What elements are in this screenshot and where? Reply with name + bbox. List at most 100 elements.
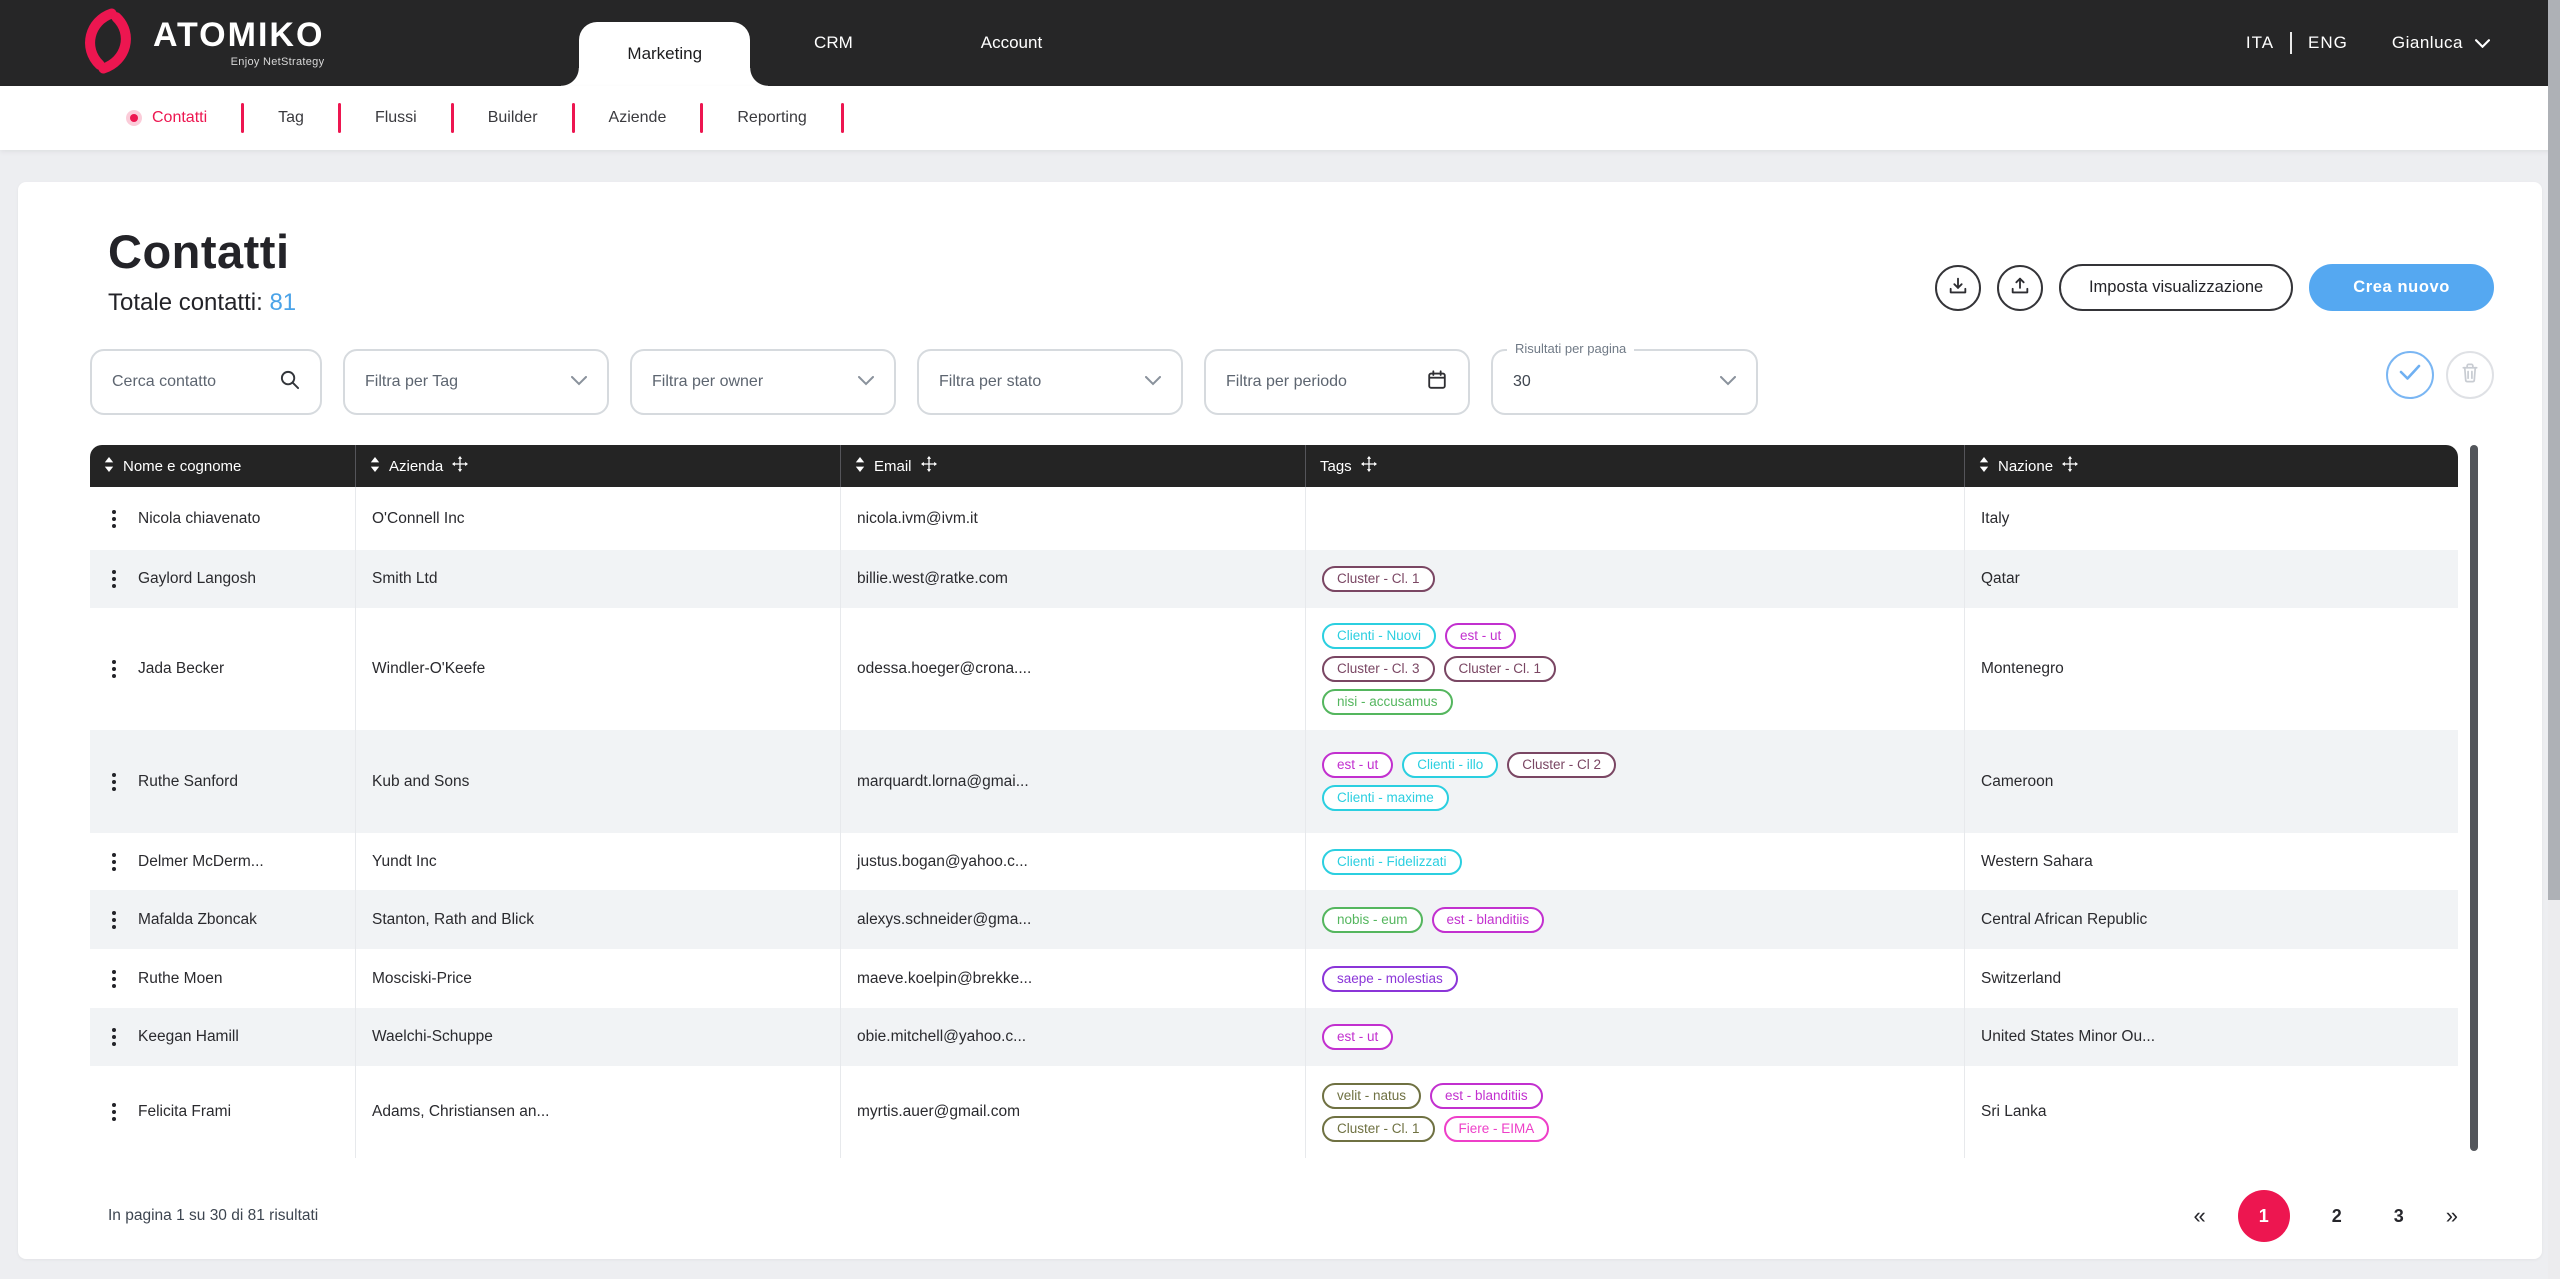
tag-pill: Clienti - Nuovi	[1322, 623, 1436, 649]
page-button-1[interactable]: 1	[2238, 1190, 2290, 1242]
tag-pill: est - ut	[1322, 752, 1393, 778]
sort-icon[interactable]	[370, 457, 380, 476]
row-menu-button[interactable]	[106, 966, 122, 992]
table-row: Delmer McDerm... Yundt Inc justus.bogan@…	[90, 833, 2458, 890]
country-cell: Cameroon	[1965, 730, 2458, 833]
column-header-email[interactable]: Email	[841, 445, 1306, 487]
upload-tray-icon	[2009, 275, 2031, 300]
set-view-button[interactable]: Imposta visualizzazione	[2059, 264, 2293, 311]
tag-pill: est - blanditiis	[1430, 1083, 1543, 1109]
sort-icon[interactable]	[104, 457, 114, 476]
email-cell: obie.mitchell@yahoo.c...	[841, 1008, 1306, 1066]
table-scrollbar-thumb[interactable]	[2470, 445, 2478, 1151]
sort-icon[interactable]	[1979, 457, 1989, 476]
tags-cell: est - utClienti - illoCluster - Cl 2Clie…	[1306, 730, 1965, 833]
page-button-3[interactable]: 3	[2384, 1206, 2414, 1227]
section-nav: ContattiTagFlussiBuilderAziendeReporting	[0, 86, 2560, 150]
primary-tab-crm[interactable]: CRM	[750, 0, 917, 86]
tags-cell: Cluster - Cl. 1	[1306, 550, 1965, 608]
page-scrollbar-thumb[interactable]	[2548, 0, 2560, 900]
row-menu-button[interactable]	[106, 907, 122, 933]
contact-name-cell: Gaylord Langosh	[90, 550, 356, 608]
export-button[interactable]	[1935, 265, 1981, 311]
subnav-item-flussi[interactable]: Flussi	[341, 109, 451, 127]
subnav-item-tag[interactable]: Tag	[244, 109, 338, 127]
subnav-item-builder[interactable]: Builder	[454, 109, 572, 127]
search-input[interactable]	[112, 373, 262, 391]
primary-tab-marketing[interactable]: Marketing	[579, 22, 750, 86]
select-all-button[interactable]	[2386, 351, 2434, 399]
column-header-tags[interactable]: Tags	[1306, 445, 1965, 487]
row-menu-button[interactable]	[106, 849, 122, 875]
tag-pill: Clienti - Fidelizzati	[1322, 849, 1462, 875]
user-menu[interactable]: Gianluca	[2392, 33, 2490, 53]
email-cell: alexys.schneider@gma...	[841, 890, 1306, 949]
delete-selected-button[interactable]	[2446, 351, 2494, 399]
row-menu-button[interactable]	[106, 566, 122, 592]
lang-option-ita[interactable]: ITA	[2246, 33, 2274, 53]
company-cell: Mosciski-Price	[356, 949, 841, 1008]
table-body: Nicola chiavenato O'Connell Inc nicola.i…	[90, 487, 2458, 1158]
table-row: Gaylord Langosh Smith Ltd billie.west@ra…	[90, 550, 2458, 608]
email-cell: nicola.ivm@ivm.it	[841, 487, 1306, 550]
results-per-page-value: 30	[1513, 373, 1531, 391]
subnav-item-contatti[interactable]: Contatti	[92, 109, 241, 127]
prev-page-button[interactable]: «	[2194, 1205, 2206, 1227]
row-menu-button[interactable]	[106, 506, 122, 532]
filter-state-dropdown[interactable]: Filtra per stato	[917, 349, 1183, 415]
column-header-nazione[interactable]: Nazione	[1965, 445, 2458, 487]
tag-pill: Clienti - maxime	[1322, 785, 1449, 811]
contacts-card: Contatti Totale contatti: 81	[18, 182, 2542, 1259]
row-menu-button[interactable]	[106, 1099, 122, 1125]
filter-period-picker[interactable]: Filtra per periodo	[1204, 349, 1470, 415]
tag-pill: Clienti - illo	[1402, 752, 1498, 778]
pagination: « 1 2 3 »	[2194, 1190, 2459, 1242]
page-title: Contatti	[108, 224, 296, 279]
tags-cell: Clienti - Nuoviest - utCluster - Cl. 3Cl…	[1306, 608, 1965, 730]
create-new-button[interactable]: Crea nuovo	[2309, 264, 2494, 311]
total-contacts-count: 81	[269, 289, 296, 316]
move-column-icon[interactable]	[921, 456, 937, 476]
tag-pill: Cluster - Cl. 1	[1444, 656, 1557, 682]
tag-pill: saepe - molestias	[1322, 966, 1458, 992]
filter-tag-dropdown[interactable]: Filtra per Tag	[343, 349, 609, 415]
page-button-2[interactable]: 2	[2322, 1206, 2352, 1227]
search-icon	[279, 369, 300, 395]
search-contact-field[interactable]	[90, 349, 322, 415]
row-menu-button[interactable]	[106, 1024, 122, 1050]
total-contacts: Totale contatti: 81	[108, 289, 296, 317]
contact-name-cell: Nicola chiavenato	[90, 487, 356, 550]
import-button[interactable]	[1997, 265, 2043, 311]
subnav-item-reporting[interactable]: Reporting	[703, 109, 840, 127]
move-column-icon[interactable]	[2062, 456, 2078, 476]
primary-tab-account[interactable]: Account	[917, 0, 1106, 86]
move-column-icon[interactable]	[452, 456, 468, 476]
company-cell: Kub and Sons	[356, 730, 841, 833]
lang-option-eng[interactable]: ENG	[2308, 33, 2348, 53]
brand-tagline: Enjoy NetStrategy	[231, 56, 325, 68]
filter-owner-dropdown[interactable]: Filtra per owner	[630, 349, 896, 415]
chevron-down-icon	[1720, 373, 1736, 391]
results-per-page-select[interactable]: Risultati per pagina 30	[1491, 349, 1758, 415]
contact-name-cell: Ruthe Sanford	[90, 730, 356, 833]
email-cell: myrtis.auer@gmail.com	[841, 1066, 1306, 1158]
chevron-down-icon	[858, 373, 874, 391]
tag-pill: velit - natus	[1322, 1083, 1421, 1109]
sort-icon[interactable]	[855, 457, 865, 476]
brand-name: ATOMIKO	[153, 18, 324, 52]
tags-cell: velit - natusest - blanditiisCluster - C…	[1306, 1066, 1965, 1158]
contact-name-cell: Jada Becker	[90, 608, 356, 730]
table-row: Nicola chiavenato O'Connell Inc nicola.i…	[90, 487, 2458, 550]
country-cell: Central African Republic	[1965, 890, 2458, 949]
move-column-icon[interactable]	[1361, 456, 1377, 476]
subnav-item-aziende[interactable]: Aziende	[575, 109, 701, 127]
column-header-nome-e-cognome[interactable]: Nome e cognome	[90, 445, 356, 487]
next-page-button[interactable]: »	[2446, 1205, 2458, 1227]
column-header-azienda[interactable]: Azienda	[356, 445, 841, 487]
row-menu-button[interactable]	[106, 656, 122, 682]
row-menu-button[interactable]	[106, 769, 122, 795]
tag-pill: Fiere - EIMA	[1444, 1116, 1550, 1142]
language-switcher: ITA ENG	[2246, 32, 2348, 54]
country-cell: Italy	[1965, 487, 2458, 550]
email-cell: maeve.koelpin@brekke...	[841, 949, 1306, 1008]
